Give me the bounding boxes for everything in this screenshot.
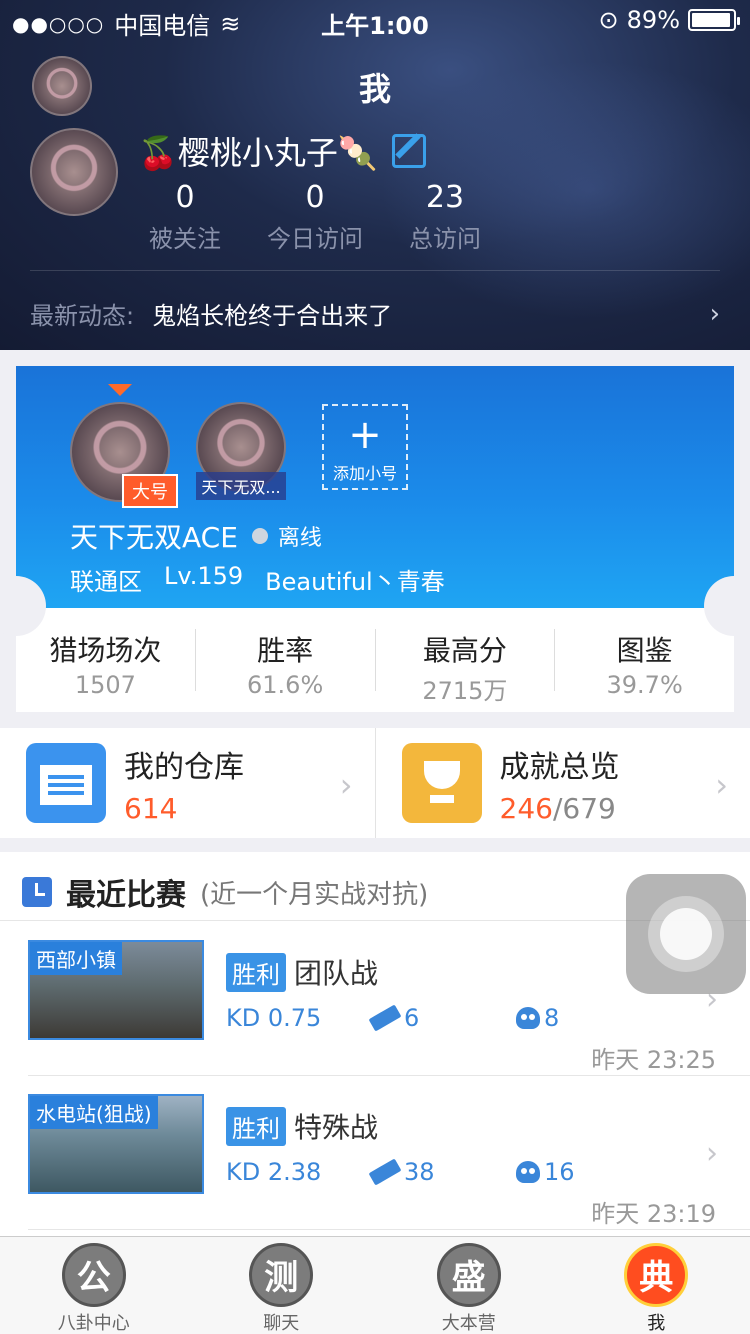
match-result: 胜利 <box>226 952 286 992</box>
account-card: 大号 天下无双... + 添加小号 天下无双ACE 离线 联通区 Lv.159 … <box>0 366 750 712</box>
skull-icon <box>516 1007 540 1029</box>
battery-percent: 89% <box>626 6 680 34</box>
profile-header: ●●○○○ 中国电信 ≋ 上午1:00 ⊙ 89% 我 🍒樱桃小丸子🍡 0 被关… <box>0 0 750 350</box>
chevron-right-icon: › <box>709 298 720 329</box>
match-kd: KD 0.75 <box>226 1004 322 1032</box>
tab-me[interactable]: 典 我 <box>563 1237 750 1334</box>
account-name: 天下无双ACE <box>70 521 238 554</box>
account-server: 联通区 <box>70 568 142 596</box>
tab-bar: 公 八卦中心 测 聊天 盛 大本营 典 我 <box>0 1236 750 1334</box>
page-title: 我 <box>358 70 391 108</box>
assistive-touch-button[interactable] <box>626 874 746 994</box>
achievement-total: /679 <box>552 791 616 825</box>
selected-marker-icon <box>108 384 132 396</box>
match-deaths: 16 <box>544 1158 575 1186</box>
chevron-right-icon: › <box>715 766 728 804</box>
add-sub-account-button[interactable]: + 添加小号 <box>322 404 408 490</box>
clock-icon <box>22 877 52 907</box>
battery-icon <box>688 9 740 31</box>
gun-icon <box>368 1158 402 1186</box>
match-time: 昨天 23:25 <box>591 1046 716 1074</box>
warehouse-title: 我的仓库 <box>124 749 244 785</box>
match-row[interactable]: 水电站(狙战) 胜利 特殊战 KD 2.38 38 16 › 昨天 23:19 <box>0 1076 750 1230</box>
account-card-top: 大号 天下无双... + 添加小号 天下无双ACE 离线 联通区 Lv.159 … <box>16 366 734 608</box>
stat-high-score[interactable]: 最高分 2715万 <box>374 629 555 705</box>
status-bar: ●●○○○ 中国电信 ≋ 上午1:00 ⊙ 89% <box>0 0 750 40</box>
sub-account-name: 天下无双... <box>196 472 286 500</box>
match-deaths: 8 <box>544 1004 560 1032</box>
divider <box>28 1229 750 1230</box>
recent-title: 最近比赛 <box>66 878 186 913</box>
match-kills: 6 <box>404 1004 420 1032</box>
achievement-title: 成就总览 <box>499 749 620 785</box>
orientation-lock-icon: ⊙ <box>598 6 619 34</box>
status-dot-icon <box>251 528 268 544</box>
plus-icon: + <box>348 412 382 458</box>
profile-avatar[interactable] <box>30 128 118 216</box>
stat-today-visits[interactable]: 0 今日访问 <box>250 180 380 254</box>
trophy-icon <box>401 743 482 823</box>
achievement-button[interactable]: 成就总览 246/679 › <box>374 728 750 838</box>
warehouse-count: 614 <box>124 791 178 825</box>
shortcut-row: 我的仓库 614 › 成就总览 246/679 › <box>0 728 750 838</box>
chat-icon: 测 <box>249 1243 314 1307</box>
map-name: 西部小镇 <box>30 942 122 975</box>
account-stats: 猎场场次 1507 胜率 61.6% 最高分 2715万 图鉴 39.7% <box>16 608 734 712</box>
divider <box>30 270 720 271</box>
recent-subtitle: (近一个月实战对抗) <box>200 879 429 910</box>
latest-label: 最新动态: <box>30 302 135 330</box>
achievement-count: 246 <box>499 791 553 825</box>
match-mode: 特殊战 <box>294 1111 379 1144</box>
warehouse-icon <box>26 743 106 823</box>
skull-icon <box>516 1161 540 1183</box>
latest-activity[interactable]: 最新动态: 鬼焰长枪终于合出来了 › <box>30 296 720 331</box>
account-info: 联通区 Lv.159 Beautiful丶青春 <box>70 562 445 597</box>
match-kills: 38 <box>404 1158 435 1186</box>
map-name: 水电站(狙战) <box>30 1096 158 1129</box>
username: 🍒樱桃小丸子🍡 <box>138 134 378 172</box>
camp-icon: 盛 <box>436 1243 501 1307</box>
tab-chat[interactable]: 测 聊天 <box>188 1237 376 1334</box>
stat-hunt-count[interactable]: 猎场场次 1507 <box>16 629 195 699</box>
stat-collection[interactable]: 图鉴 39.7% <box>554 629 734 699</box>
chevron-right-icon: › <box>706 1136 718 1171</box>
me-icon: 典 <box>624 1243 689 1307</box>
account-motto: Beautiful丶青春 <box>265 568 445 596</box>
tab-camp[interactable]: 盛 大本营 <box>375 1237 563 1334</box>
account-level: Lv.159 <box>164 562 244 590</box>
map-thumbnail: 西部小镇 <box>28 940 204 1040</box>
gossip-icon: 公 <box>61 1243 126 1307</box>
match-time: 昨天 23:19 <box>591 1200 716 1228</box>
match-kd: KD 2.38 <box>226 1158 322 1186</box>
match-result: 胜利 <box>226 1106 286 1146</box>
gun-icon <box>368 1004 402 1032</box>
latest-text: 鬼焰长枪终于合出来了 <box>152 302 393 330</box>
stat-win-rate[interactable]: 胜率 61.6% <box>194 629 375 699</box>
account-status: 离线 <box>277 526 322 551</box>
edit-icon[interactable] <box>391 134 426 168</box>
chevron-right-icon: › <box>339 766 353 804</box>
map-thumbnail: 水电站(狙战) <box>28 1094 204 1194</box>
tab-gossip[interactable]: 公 八卦中心 <box>0 1237 188 1334</box>
match-mode: 团队战 <box>294 957 379 990</box>
stat-total-visits[interactable]: 23 总访问 <box>380 180 510 254</box>
stat-followers[interactable]: 0 被关注 <box>120 180 250 254</box>
profile-stats: 0 被关注 0 今日访问 23 总访问 <box>120 180 510 254</box>
main-account-tag: 大号 <box>122 474 178 508</box>
warehouse-button[interactable]: 我的仓库 614 › <box>0 728 375 838</box>
